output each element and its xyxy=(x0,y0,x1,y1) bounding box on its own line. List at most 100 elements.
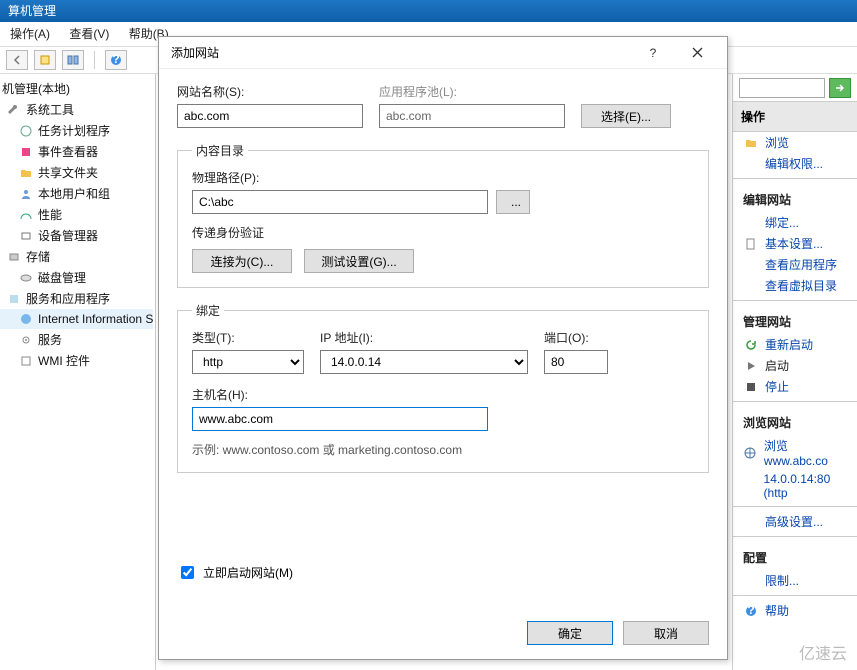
action-start[interactable]: 启动 xyxy=(733,355,857,376)
dialog-title-text: 添加网站 xyxy=(171,44,631,61)
tree-performance[interactable]: 性能 xyxy=(0,204,153,225)
start-now-checkbox[interactable] xyxy=(181,566,194,579)
port-input[interactable] xyxy=(544,350,608,374)
go-icon[interactable] xyxy=(829,78,851,98)
close-icon xyxy=(692,47,703,58)
actions-config-group: 配置 xyxy=(733,541,857,570)
start-now-label: 立即启动网站(M) xyxy=(203,564,293,581)
menu-view[interactable]: 查看(V) xyxy=(69,27,109,41)
action-browse-link[interactable]: 浏览 www.abc.co xyxy=(733,435,857,470)
action-basic-settings[interactable]: 基本设置... xyxy=(733,233,857,254)
actions-edit-site-group: 编辑网站 xyxy=(733,183,857,212)
action-edit-permissions[interactable]: 编辑权限... xyxy=(733,153,857,174)
tree-services-apps[interactable]: 服务和应用程序 xyxy=(0,288,153,309)
content-directory-group: 内容目录 物理路径(P): ... 传递身份验证 连接为(C)... 测试设置(… xyxy=(177,142,709,288)
tree-device-manager[interactable]: 设备管理器 xyxy=(0,225,153,246)
app-pool-label: 应用程序池(L): xyxy=(379,83,565,100)
tree-root[interactable]: 机管理(本地) xyxy=(0,78,153,99)
svg-text:?: ? xyxy=(747,605,754,617)
type-select[interactable]: http xyxy=(192,350,304,374)
toolbar-back-icon[interactable] xyxy=(6,50,28,70)
action-browse[interactable]: 浏览 xyxy=(733,132,857,153)
play-icon xyxy=(743,358,759,374)
action-stop[interactable]: 停止 xyxy=(733,376,857,397)
physical-path-label: 物理路径(P): xyxy=(192,169,694,186)
physical-path-input[interactable] xyxy=(192,190,488,214)
tree-shared-folders[interactable]: 共享文件夹 xyxy=(0,162,153,183)
type-label: 类型(T): xyxy=(192,329,304,346)
users-icon xyxy=(18,186,34,202)
stop-icon xyxy=(743,379,759,395)
hostname-input[interactable] xyxy=(192,407,488,431)
app-pool-input xyxy=(379,104,565,128)
tree-disk-mgmt[interactable]: 磁盘管理 xyxy=(0,267,153,288)
blank-icon xyxy=(743,514,759,530)
tree-system-tools[interactable]: 系统工具 xyxy=(0,99,153,120)
actions-browse-site-group: 浏览网站 xyxy=(733,406,857,435)
select-pool-button[interactable]: 选择(E)... xyxy=(581,104,671,128)
nav-tree[interactable]: 机管理(本地) 系统工具 任务计划程序 事件查看器 共享文件夹 本地用户和组 性… xyxy=(0,74,156,670)
actions-manage-site-group: 管理网站 xyxy=(733,305,857,334)
dialog-footer: 确定 取消 xyxy=(527,621,709,645)
iis-icon xyxy=(18,311,34,327)
window-titlebar: 算机管理 xyxy=(0,0,857,22)
help-icon: ? xyxy=(743,603,759,619)
dialog-body: 网站名称(S): 应用程序池(L): 选择(E)... 内容目录 物理路径(P)… xyxy=(159,69,727,592)
clock-icon xyxy=(18,123,34,139)
window-title-text: 算机管理 xyxy=(8,4,56,18)
binding-group: 绑定 类型(T): http IP 地址(I): 14.0.0.14 端口(O)… xyxy=(177,302,709,473)
add-website-dialog: 添加网站 ? 网站名称(S): 应用程序池(L): 选择(E)... 内容目录 xyxy=(158,36,728,660)
tree-wmi[interactable]: WMI 控件 xyxy=(0,350,153,371)
site-name-input[interactable] xyxy=(177,104,363,128)
services-apps-icon xyxy=(6,291,22,307)
blank-icon xyxy=(743,278,759,294)
menu-action[interactable]: 操作(A) xyxy=(10,27,50,41)
action-limits[interactable]: 限制... xyxy=(733,570,857,591)
wrench-icon xyxy=(6,102,22,118)
restart-icon xyxy=(743,337,759,353)
test-settings-button[interactable]: 测试设置(G)... xyxy=(304,249,414,273)
toolbar-help-icon[interactable]: ? xyxy=(105,50,127,70)
toolbar-properties-icon[interactable] xyxy=(34,50,56,70)
tree-local-users[interactable]: 本地用户和组 xyxy=(0,183,153,204)
binding-legend: 绑定 xyxy=(192,302,224,319)
action-help[interactable]: ? 帮助 xyxy=(733,600,857,621)
ip-select[interactable]: 14.0.0.14 xyxy=(320,350,528,374)
action-advanced[interactable]: 高级设置... xyxy=(733,511,857,532)
ok-button[interactable]: 确定 xyxy=(527,621,613,645)
connect-as-button[interactable]: 连接为(C)... xyxy=(192,249,292,273)
actions-sep xyxy=(733,506,857,507)
passthrough-auth-label: 传递身份验证 xyxy=(192,224,694,241)
actions-sep xyxy=(733,401,857,402)
action-view-apps[interactable]: 查看应用程序 xyxy=(733,254,857,275)
actions-header: 操作 xyxy=(733,102,857,132)
tree-event-viewer[interactable]: 事件查看器 xyxy=(0,141,153,162)
blank-icon xyxy=(743,215,759,231)
action-view-vdir[interactable]: 查看虚拟目录 xyxy=(733,275,857,296)
dialog-help-button[interactable]: ? xyxy=(631,39,675,67)
dialog-titlebar[interactable]: 添加网站 ? xyxy=(159,37,727,69)
gear-icon xyxy=(18,332,34,348)
tree-task-scheduler[interactable]: 任务计划程序 xyxy=(0,120,153,141)
toolbar-panes-icon[interactable] xyxy=(62,50,84,70)
action-browse-link-sub[interactable]: 14.0.0.14:80 (http xyxy=(733,470,857,502)
actions-sep xyxy=(733,178,857,179)
browse-path-button[interactable]: ... xyxy=(496,190,530,214)
cancel-button[interactable]: 取消 xyxy=(623,621,709,645)
blank-icon xyxy=(743,257,759,273)
svg-text:?: ? xyxy=(112,54,119,66)
tree-storage[interactable]: 存储 xyxy=(0,246,153,267)
storage-icon xyxy=(6,249,22,265)
dialog-close-button[interactable] xyxy=(675,39,719,67)
tree-services[interactable]: 服务 xyxy=(0,329,153,350)
port-label: 端口(O): xyxy=(544,329,608,346)
event-icon xyxy=(18,144,34,160)
blank-icon xyxy=(743,573,759,589)
disk-icon xyxy=(18,270,34,286)
tree-iis[interactable]: Internet Information S xyxy=(0,309,153,329)
address-box[interactable] xyxy=(739,78,825,98)
action-binding[interactable]: 绑定... xyxy=(733,212,857,233)
action-restart[interactable]: 重新启动 xyxy=(733,334,857,355)
hostname-example: 示例: www.contoso.com 或 marketing.contoso.… xyxy=(192,441,694,458)
folder-open-icon xyxy=(743,135,759,151)
